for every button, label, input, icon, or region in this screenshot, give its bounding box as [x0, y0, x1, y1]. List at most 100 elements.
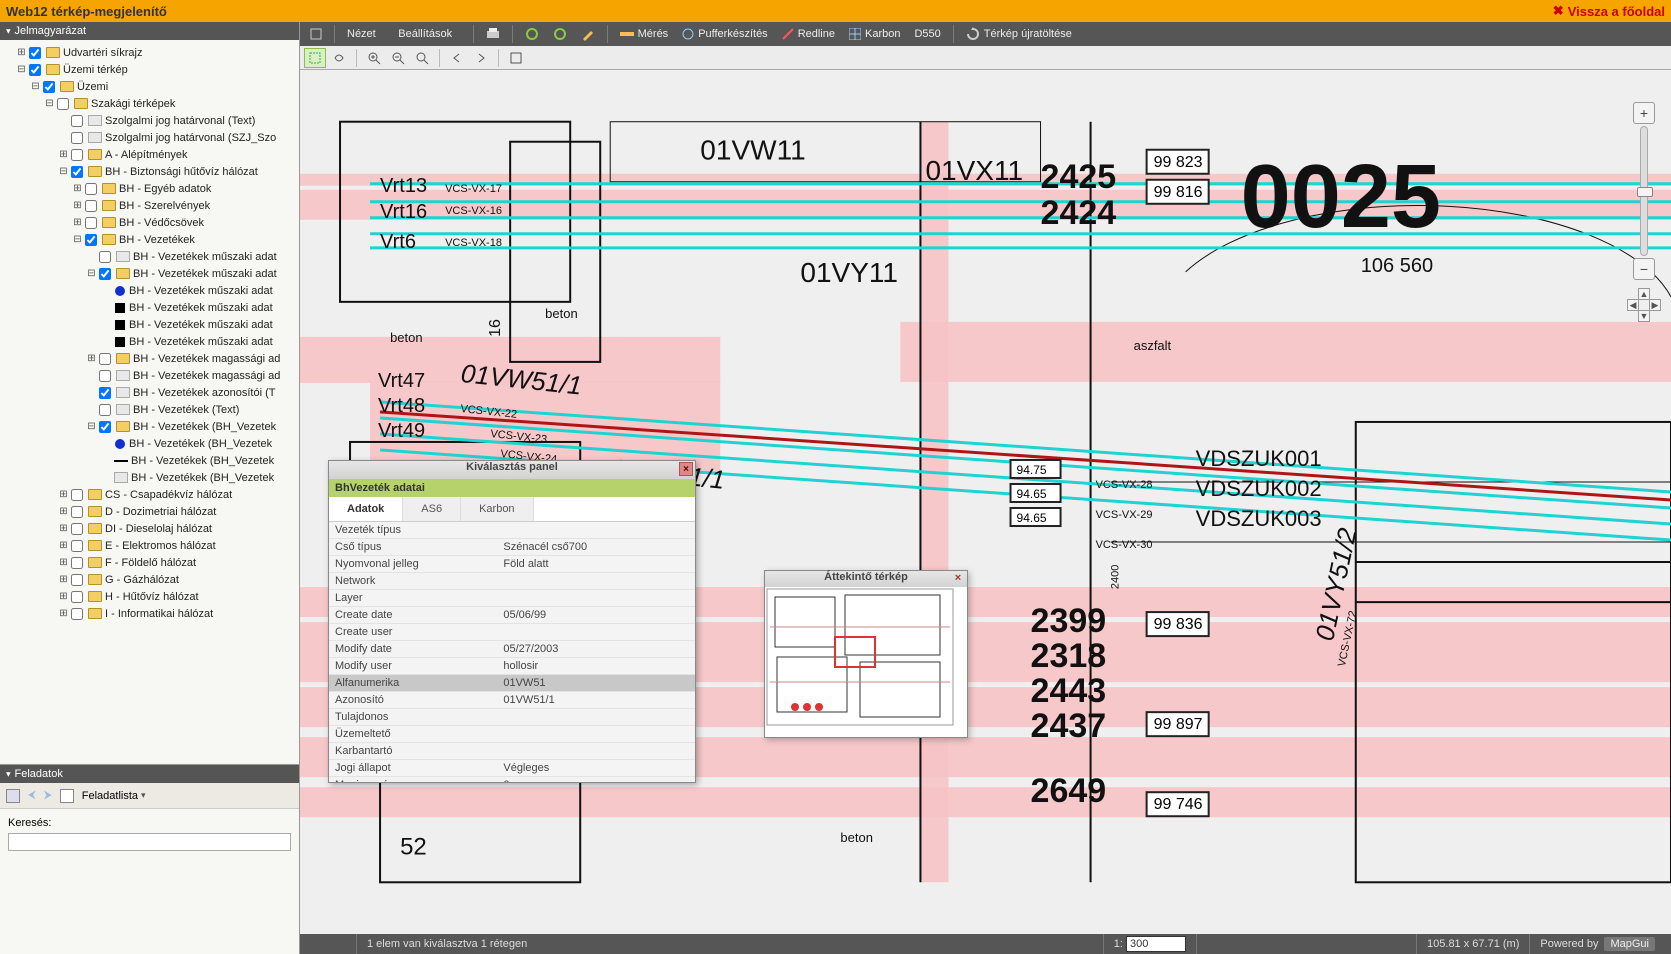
zoom-box-tool[interactable] [411, 48, 433, 68]
expand-button[interactable] [304, 24, 328, 44]
collapse-icon[interactable]: ⊟ [44, 98, 55, 109]
selection-panel-title[interactable]: Kiválasztás panel × [329, 461, 695, 479]
expand-icon[interactable]: ⊞ [72, 200, 83, 211]
layer-tree[interactable]: ⊞Udvartéri síkrajz⊟Üzemi térkép⊟Üzemi⊟Sz… [0, 40, 299, 764]
view-menu[interactable]: Nézet [341, 24, 390, 44]
tree-item[interactable]: BH - Vezetékek műszaki adat [2, 282, 297, 299]
edit-button[interactable] [575, 24, 601, 44]
refresh2-button[interactable] [547, 24, 573, 44]
tree-item[interactable]: Szolgalmi jog határvonal (Text) [2, 112, 297, 129]
layer-checkbox[interactable] [99, 268, 111, 280]
zoom-out-button[interactable]: − [1633, 258, 1655, 280]
expand-icon[interactable]: ⊞ [58, 574, 69, 585]
collapse-icon[interactable]: ⊟ [86, 268, 97, 279]
layer-checkbox[interactable] [99, 353, 111, 365]
layer-checkbox[interactable] [71, 608, 83, 620]
table-row[interactable]: Vezeték típus [329, 522, 695, 539]
tree-item[interactable]: BH - Vezetékek (BH_Vezetek [2, 435, 297, 452]
expand-icon[interactable]: ⊞ [16, 47, 27, 58]
tree-item[interactable]: ⊞I - Informatikai hálózat [2, 605, 297, 622]
tree-item[interactable]: ⊟Szakági térképek [2, 95, 297, 112]
expand-icon[interactable]: ⊞ [72, 183, 83, 194]
tree-item[interactable]: ⊞H - Hűtővíz hálózat [2, 588, 297, 605]
tree-item[interactable]: ⊞D - Dozimetriai hálózat [2, 503, 297, 520]
tree-item[interactable]: ⊞E - Elektromos hálózat [2, 537, 297, 554]
tree-item[interactable]: ⊞BH - Egyéb adatok [2, 180, 297, 197]
layer-checkbox[interactable] [29, 64, 41, 76]
refresh-button[interactable] [519, 24, 545, 44]
layer-checkbox[interactable] [99, 370, 111, 382]
tree-item[interactable]: ⊟BH - Biztonsági hűtővíz hálózat [2, 163, 297, 180]
tree-item[interactable]: Szolgalmi jog határvonal (SZJ_Szo [2, 129, 297, 146]
zoom-slider[interactable] [1640, 126, 1648, 256]
tree-item[interactable]: ⊟BH - Vezetékek [2, 231, 297, 248]
layer-checkbox[interactable] [99, 421, 111, 433]
table-row[interactable]: Üzemeltető [329, 726, 695, 743]
tree-item[interactable]: ⊟BH - Vezetékek műszaki adat [2, 265, 297, 282]
scale-input[interactable] [1126, 936, 1186, 952]
tree-item[interactable]: ⊟BH - Vezetékek (BH_Vezetek [2, 418, 297, 435]
layer-checkbox[interactable] [71, 132, 83, 144]
layer-checkbox[interactable] [43, 81, 55, 93]
pan-west[interactable]: ◀ [1627, 299, 1639, 311]
search-input[interactable] [8, 833, 291, 851]
tree-item[interactable]: BH - Vezetékek műszaki adat [2, 333, 297, 350]
tree-item[interactable]: BH - Vezetékek (BH_Vezetek [2, 452, 297, 469]
zoom-in-tool[interactable] [363, 48, 385, 68]
tree-item[interactable]: ⊞BH - Vezetékek magassági ad [2, 350, 297, 367]
tree-item[interactable]: BH - Vezetékek (Text) [2, 401, 297, 418]
expand-icon[interactable]: ⊞ [58, 557, 69, 568]
expand-icon[interactable]: ⊞ [58, 591, 69, 602]
home-icon[interactable] [6, 789, 20, 803]
tab-karbon[interactable]: Karbon [461, 497, 533, 521]
collapse-icon[interactable]: ⊟ [58, 166, 69, 177]
table-row[interactable]: Cső típusSzénacél cső700 [329, 539, 695, 556]
layer-checkbox[interactable] [85, 183, 97, 195]
select-tool[interactable] [304, 48, 326, 68]
layer-checkbox[interactable] [71, 506, 83, 518]
collapse-icon[interactable]: ⊟ [16, 64, 27, 75]
table-row[interactable]: Create user [329, 624, 695, 641]
close-icon[interactable]: × [679, 462, 693, 476]
tree-item[interactable]: ⊞A - Alépítmények [2, 146, 297, 163]
tree-item[interactable]: BH - Vezetékek (BH_Vezetek [2, 469, 297, 486]
legend-header[interactable]: Jelmagyarázat [0, 22, 299, 40]
layer-checkbox[interactable] [71, 540, 83, 552]
tree-item[interactable]: ⊞BH - Szerelvények [2, 197, 297, 214]
layer-checkbox[interactable] [57, 98, 69, 110]
list-icon[interactable] [60, 789, 74, 803]
table-row[interactable]: Network [329, 573, 695, 590]
expand-icon[interactable]: ⊞ [58, 608, 69, 619]
tab-as6[interactable]: AS6 [403, 497, 461, 521]
layer-checkbox[interactable] [71, 523, 83, 535]
tree-item[interactable]: BH - Vezetékek műszaki adat [2, 248, 297, 265]
nav-fwd-icon[interactable]: ⮞ [44, 789, 52, 802]
expand-icon[interactable]: ⊞ [58, 149, 69, 160]
layer-checkbox[interactable] [99, 404, 111, 416]
layer-checkbox[interactable] [71, 557, 83, 569]
tree-item[interactable]: ⊞BH - Védőcsövek [2, 214, 297, 231]
expand-icon[interactable]: ⊞ [58, 489, 69, 500]
layer-checkbox[interactable] [71, 574, 83, 586]
back-link[interactable]: ✖ Vissza a főoldal [1553, 3, 1665, 19]
layer-checkbox[interactable] [85, 217, 97, 229]
reload-map-button[interactable]: Térkép újratöltése [960, 24, 1078, 44]
expand-icon[interactable]: ⊞ [58, 523, 69, 534]
layer-checkbox[interactable] [71, 591, 83, 603]
table-row[interactable]: Azonosító01VW51/1 [329, 692, 695, 709]
print-button[interactable] [480, 24, 506, 44]
tree-item[interactable]: ⊟Üzemi térkép [2, 61, 297, 78]
table-row[interactable]: Modify date05/27/2003 [329, 641, 695, 658]
tree-item[interactable]: BH - Vezetékek azonosítói (T [2, 384, 297, 401]
next-extent-tool[interactable] [470, 48, 492, 68]
table-row[interactable]: Alfanumerika01VW51 [329, 675, 695, 692]
overview-title[interactable]: Áttekintő térkép × [765, 571, 967, 587]
layer-checkbox[interactable] [71, 115, 83, 127]
table-row[interactable]: Create date05/06/99 [329, 607, 695, 624]
layer-checkbox[interactable] [85, 200, 97, 212]
expand-icon[interactable]: ⊞ [58, 506, 69, 517]
tree-item[interactable]: ⊞F - Földelő hálózat [2, 554, 297, 571]
layer-checkbox[interactable] [99, 251, 111, 263]
karbon-button[interactable]: Karbon [843, 24, 906, 44]
zoom-in-button[interactable]: + [1633, 102, 1655, 124]
